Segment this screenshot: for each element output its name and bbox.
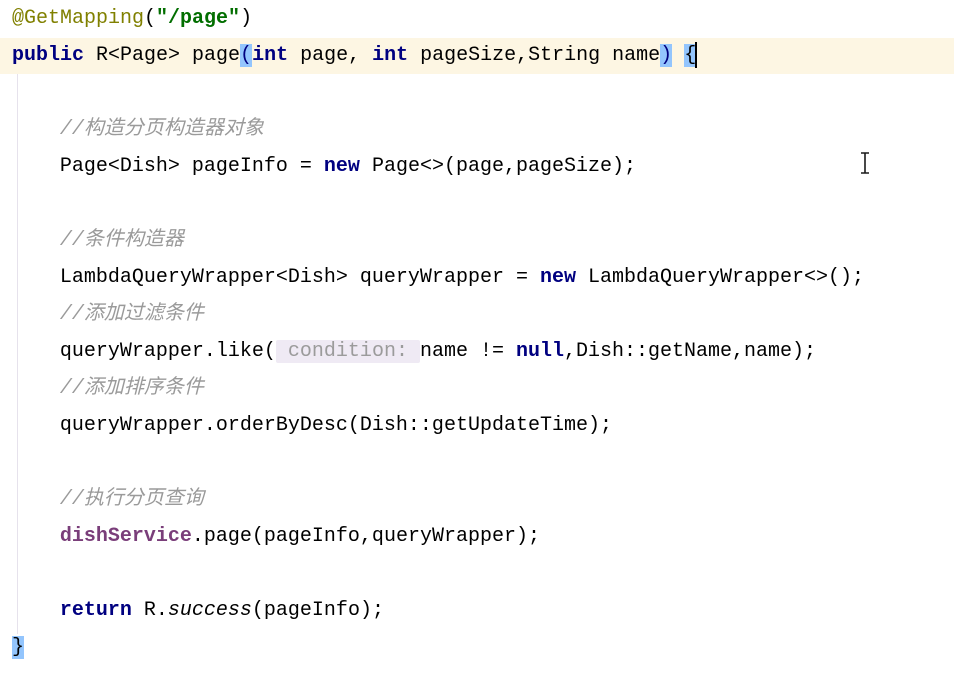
code-line[interactable]: return R.success(pageInfo);: [0, 592, 954, 629]
code-line[interactable]: //构造分页构造器对象: [0, 111, 954, 148]
code-line[interactable]: }: [0, 629, 954, 666]
code-token-plain: .page(pageInfo,queryWrapper);: [191, 525, 540, 548]
code-token-plain: LambdaQueryWrapper<Dish> queryWrapper =: [59, 266, 540, 289]
code-editor[interactable]: @GetMapping("/page") public R<Page> page(…: [0, 0, 954, 675]
code-token-hint: condition:: [275, 340, 420, 363]
code-line[interactable]: [0, 444, 954, 481]
code-token-plain: (: [144, 7, 157, 30]
code-line[interactable]: public R<Page> page(int page, int pageSi…: [0, 37, 954, 74]
code-line[interactable]: //执行分页查询: [0, 481, 954, 518]
code-token-plain: ,Dish::getName,name);: [563, 340, 817, 363]
code-token-plain: queryWrapper.orderByDesc(Dish::getUpdate…: [59, 414, 612, 437]
code-line[interactable]: queryWrapper.orderByDesc(Dish::getUpdate…: [0, 407, 954, 444]
code-token-brace-match: (: [240, 44, 253, 67]
code-token-plain: name !=: [419, 340, 516, 363]
text-caret: [695, 41, 698, 68]
code-token-comment: //构造分页构造器对象: [59, 118, 264, 141]
code-line[interactable]: queryWrapper.like( condition: name != nu…: [0, 333, 954, 370]
code-token-plain: Page<>(page,pageSize);: [359, 155, 636, 178]
code-token-comment: //条件构造器: [59, 229, 184, 252]
code-line[interactable]: [0, 185, 954, 222]
code-token-plain: pageSize,String name: [408, 44, 661, 67]
code-token-keyword: return: [59, 599, 132, 622]
code-token-keyword: new: [323, 155, 360, 178]
code-token-plain: page,: [288, 44, 373, 67]
code-line[interactable]: //条件构造器: [0, 222, 954, 259]
code-line[interactable]: [0, 555, 954, 592]
code-token-plain: LambdaQueryWrapper<>();: [575, 266, 865, 289]
code-line[interactable]: [0, 74, 954, 111]
code-token-plain: ): [240, 7, 253, 30]
code-token-keyword: null: [515, 340, 564, 363]
code-line[interactable]: Page<Dish> pageInfo = new Page<>(page,pa…: [0, 148, 954, 185]
code-token-field: dishService: [59, 525, 192, 548]
code-token-brace-match: ): [660, 44, 673, 67]
code-token-plain: Page<Dish> pageInfo =: [59, 155, 324, 178]
code-token-keyword: new: [539, 266, 576, 289]
code-token-plain: R<Page> page: [84, 44, 241, 67]
code-token-comment: //执行分页查询: [59, 488, 204, 511]
code-line[interactable]: //添加过滤条件: [0, 296, 954, 333]
code-line[interactable]: dishService.page(pageInfo,queryWrapper);: [0, 518, 954, 555]
code-token-plain: (pageInfo);: [251, 599, 384, 622]
code-token-comment: //添加过滤条件: [59, 303, 204, 326]
code-token-keyword: int: [372, 44, 409, 67]
code-token-brace-match-plain: }: [12, 636, 25, 659]
code-line[interactable]: @GetMapping("/page"): [0, 0, 954, 37]
code-token-plain: R.: [131, 599, 168, 622]
code-token-static: success: [167, 599, 252, 622]
code-line[interactable]: LambdaQueryWrapper<Dish> queryWrapper = …: [0, 259, 954, 296]
code-token-annotation: @GetMapping: [12, 7, 145, 30]
code-line[interactable]: //添加排序条件: [0, 370, 954, 407]
code-token-keyword: public: [12, 44, 85, 67]
code-token-keyword: int: [252, 44, 289, 67]
code-token-string: "/page": [156, 7, 241, 30]
code-token-comment: //添加排序条件: [59, 377, 204, 400]
code-token-plain: queryWrapper.like(: [59, 340, 276, 363]
